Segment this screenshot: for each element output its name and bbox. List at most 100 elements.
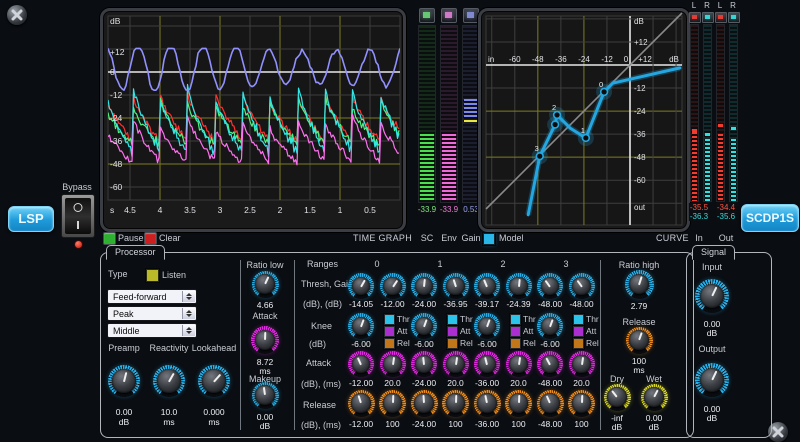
release-ms-knob-3[interactable] [568, 390, 595, 417]
clear-button[interactable] [144, 232, 157, 245]
thresh-knob-1[interactable] [411, 273, 437, 299]
sc-meter-button[interactable] [419, 8, 435, 23]
thr-checkbox-r1[interactable] [447, 314, 458, 325]
makeup-knob[interactable] [252, 382, 279, 409]
rel-checkbox-r0[interactable] [384, 338, 395, 349]
switch-off-glyph [74, 203, 83, 212]
plugin-name-button[interactable]: SCDP1S [741, 204, 799, 232]
type-select[interactable]: Feed-forward [107, 289, 197, 304]
gain-meter-button[interactable] [463, 8, 479, 23]
sc-source-select[interactable]: Middle [107, 323, 197, 338]
listen-led-button[interactable] [146, 269, 159, 282]
wet-knob[interactable] [641, 384, 668, 411]
sc-meter-value: -33.9 [417, 205, 437, 214]
rel-checkbox-r2[interactable] [510, 338, 521, 349]
preamp-label: Preamp [108, 343, 140, 353]
curve-dot-0[interactable] [601, 88, 608, 95]
lookahead-knob[interactable] [198, 365, 230, 397]
input-knob[interactable] [695, 279, 729, 313]
bypass-switch[interactable] [61, 194, 95, 238]
attack-ms-knob-3[interactable] [569, 351, 595, 377]
env-label: Env [441, 233, 457, 243]
attack-ms-knob-0[interactable] [380, 351, 406, 377]
knee-knob-0[interactable] [348, 313, 374, 339]
pause-button[interactable] [103, 232, 116, 245]
time-graph: dB+120-12-24-36-48-60s4.543.532.521.510.… [100, 8, 406, 232]
lsp-brand-button[interactable]: LSP [8, 206, 54, 232]
out-meter-l [716, 24, 725, 202]
thr-checkbox-r3[interactable] [573, 314, 584, 325]
in-label: In [695, 233, 703, 243]
att-checkbox-r1[interactable] [447, 326, 458, 337]
in-r-meter-button[interactable] [702, 12, 714, 23]
dry-label: Dry [610, 374, 624, 384]
ranges-label: Ranges [307, 259, 338, 269]
release-db-knob-0[interactable] [348, 390, 375, 417]
curve-dot-1[interactable] [582, 135, 589, 142]
out-r-label: R [729, 1, 737, 10]
release-right-knob[interactable] [626, 327, 653, 354]
attack-value-6: -48.00 [538, 378, 562, 388]
in-l-meter-button[interactable] [689, 12, 701, 23]
out-l-meter-button[interactable] [715, 12, 727, 23]
reactivity-knob[interactable] [153, 365, 185, 397]
knee-knob-3[interactable] [537, 313, 563, 339]
spinner-icon[interactable] [182, 308, 195, 319]
rel-checkbox-r1[interactable] [447, 338, 458, 349]
release-value-1: 100 [385, 419, 399, 429]
release-db-knob-1[interactable] [411, 390, 438, 417]
att-checkbox-r3[interactable] [573, 326, 584, 337]
svg-text:out: out [634, 203, 646, 212]
attack-ms-knob-2[interactable] [506, 351, 532, 377]
curve-dot-2[interactable] [554, 112, 561, 119]
preamp-knob[interactable] [108, 365, 140, 397]
att-checkbox-r0[interactable] [384, 326, 395, 337]
attack-mid-knob[interactable] [251, 326, 279, 354]
rel-checkbox-r3[interactable] [573, 338, 584, 349]
svg-text:-36: -36 [634, 130, 646, 139]
attack-db-knob-2[interactable] [474, 351, 500, 377]
attack-db-knob-0[interactable] [348, 351, 374, 377]
release-ms-knob-2[interactable] [505, 390, 532, 417]
out-l-value: -34.4 [716, 203, 736, 212]
curve-dot-3[interactable] [536, 153, 543, 160]
release-ms-knob-1[interactable] [442, 390, 469, 417]
model-checkbox[interactable] [483, 233, 495, 245]
env-meter-button[interactable] [441, 8, 457, 23]
release-db-knob-2[interactable] [474, 390, 501, 417]
att-checkbox-label: Att [586, 326, 596, 336]
release-ms-knob-0[interactable] [379, 390, 406, 417]
knee-knob-2[interactable] [474, 313, 500, 339]
thresh-gain-value-4: -39.17 [475, 299, 499, 309]
listen-label: Listen [162, 270, 186, 280]
dry-knob[interactable] [604, 384, 631, 411]
release-db-knob-3[interactable] [537, 390, 564, 417]
attack-db-knob-1[interactable] [411, 351, 437, 377]
gain-knob-2[interactable] [506, 273, 532, 299]
attack-ms-knob-1[interactable] [443, 351, 469, 377]
out-r-meter-button[interactable] [728, 12, 740, 23]
output-knob[interactable] [695, 363, 729, 397]
wet-label: Wet [646, 374, 662, 384]
sc-mode-select[interactable]: Peak [107, 306, 197, 321]
release-row-units: (dB), (ms) [301, 420, 341, 430]
thr-checkbox-r2[interactable] [510, 314, 521, 325]
spinner-icon[interactable] [182, 291, 195, 302]
ratio-low-knob[interactable] [252, 271, 279, 298]
knee-knob-1[interactable] [411, 313, 437, 339]
thr-checkbox-label: Thr [586, 314, 599, 324]
thresh-knob-0[interactable] [348, 273, 374, 299]
ratio-high-knob[interactable] [625, 270, 654, 299]
attack-db-knob-3[interactable] [537, 351, 563, 377]
spinner-icon[interactable] [182, 325, 195, 336]
att-checkbox-r2[interactable] [510, 326, 521, 337]
gain-knob-1[interactable] [443, 273, 469, 299]
thresh-knob-3[interactable] [537, 273, 563, 299]
thresh-knob-2[interactable] [474, 273, 500, 299]
thr-checkbox-r0[interactable] [384, 314, 395, 325]
att-checkbox-label: Att [460, 326, 470, 336]
attack-mid-label: Attack [252, 311, 277, 321]
rel-checkbox-label: Rel [460, 338, 473, 348]
gain-knob-0[interactable] [380, 273, 406, 299]
gain-knob-3[interactable] [569, 273, 595, 299]
